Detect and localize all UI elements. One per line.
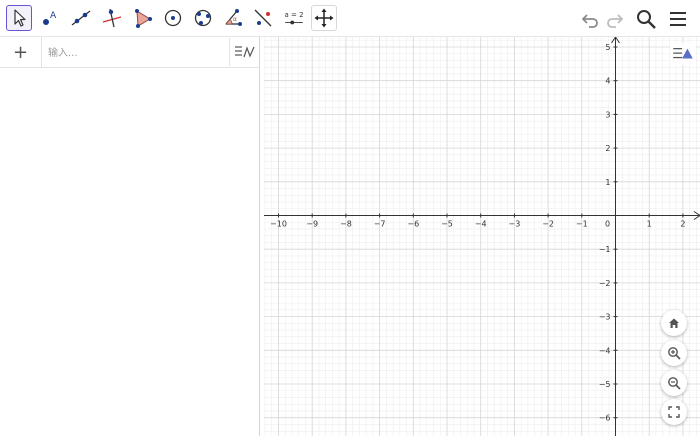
x-axis-tick-label: −5	[441, 220, 453, 229]
geogebra-app: A α a = 2 + 输入... −10 −9 −8 −7 −6 −5 −4 …	[0, 0, 700, 436]
angle-tool[interactable]: α	[220, 5, 246, 31]
main-menu-button[interactable]	[666, 7, 690, 31]
x-axis-tick-label: −8	[340, 220, 352, 229]
circle-three-points-tool[interactable]	[190, 5, 216, 31]
point-icon: A	[43, 11, 57, 25]
y-axis-tick-label: −4	[599, 346, 611, 355]
menu-icon	[670, 12, 686, 26]
x-axis-tick-label: −9	[306, 220, 318, 229]
move-arrows-icon	[314, 8, 334, 28]
slider-tool-label: a = 2	[284, 10, 304, 19]
perpendicular-line-tool[interactable]	[99, 5, 125, 31]
x-axis-tick-label: −7	[374, 220, 386, 229]
x-axis-tick-label: −6	[407, 220, 419, 229]
algebra-input[interactable]	[48, 44, 223, 62]
move-graphics-view-tool[interactable]	[311, 5, 337, 31]
y-axis-tick-label: −2	[599, 279, 611, 288]
undo-icon	[582, 14, 598, 28]
circle-center-icon	[164, 9, 182, 27]
algebra-view: +	[0, 37, 260, 436]
zoom-in-button[interactable]	[661, 340, 687, 366]
zoom-in-icon	[668, 347, 681, 360]
y-axis-tick-label: 4	[605, 77, 610, 86]
origin-label: 0	[605, 220, 610, 229]
line-tool[interactable]	[68, 5, 94, 31]
x-axis-tick-label: 1	[647, 220, 652, 229]
x-axis-tick-label: −10	[270, 220, 287, 229]
slider-icon	[285, 20, 303, 24]
y-axis-tick-label: 1	[605, 178, 610, 187]
y-axis-tick-label: −5	[599, 380, 611, 389]
angle-tool-label: α	[233, 16, 237, 23]
circle-center-point-tool[interactable]	[160, 5, 186, 31]
x-axis-tick-label: −3	[509, 220, 521, 229]
point-tool-label: A	[50, 11, 57, 21]
perpendicular-line-icon	[102, 8, 122, 28]
reflect-about-line-icon	[254, 9, 272, 27]
x-axis-tick-label: −2	[542, 220, 554, 229]
polygon-tool[interactable]	[130, 5, 156, 31]
graphics-view[interactable]: −10 −9 −8 −7 −6 −5 −4 −3 −2 −1 0 1 2 5 4 3 2 1 −1 −2 −3 −4 −5−…	[264, 37, 700, 436]
toolbar: A α a = 2	[0, 0, 700, 37]
x-axis-tick-label: −4	[475, 220, 487, 229]
input-help-icon	[234, 46, 255, 58]
algebra-input-help-button[interactable]	[229, 38, 259, 66]
redo-button[interactable]	[603, 7, 627, 31]
polygon-icon	[135, 9, 152, 28]
y-axis-tick-label: 3	[605, 110, 610, 119]
move-tool[interactable]	[6, 5, 32, 31]
x-axis-tick-label: −1	[576, 220, 588, 229]
fullscreen-button[interactable]	[661, 399, 687, 425]
line-icon	[71, 10, 91, 26]
x-axis-tick-label: 2	[680, 220, 685, 229]
graphics-style-bar-button[interactable]	[670, 43, 696, 65]
standard-view-button[interactable]	[661, 310, 687, 336]
undo-button[interactable]	[578, 7, 602, 31]
y-axis-tick-label: 2	[605, 144, 610, 153]
cursor-arrow-icon	[14, 9, 26, 27]
y-axis-tick-label: 5	[605, 43, 610, 52]
circle-three-points-icon	[194, 9, 212, 27]
add-item-button[interactable]: +	[0, 37, 42, 68]
y-axis-tick-label: −1	[599, 245, 611, 254]
algebra-input-row: +	[0, 37, 260, 68]
fullscreen-icon	[668, 406, 680, 418]
angle-icon: α	[225, 9, 242, 26]
zoom-out-icon	[668, 377, 681, 390]
y-axis-tick-label: −6	[599, 414, 611, 423]
reflect-tool[interactable]	[250, 5, 276, 31]
search-icon	[637, 10, 656, 29]
coordinate-grid: −10 −9 −8 −7 −6 −5 −4 −3 −2 −1 0 1 254321−1−2−3−4−5−…	[264, 37, 700, 436]
y-axis-tick-label: −3	[599, 313, 611, 322]
point-tool[interactable]: A	[37, 5, 63, 31]
search-button[interactable]	[634, 7, 658, 31]
style-bar-icon	[673, 48, 693, 59]
zoom-out-button[interactable]	[661, 370, 687, 396]
slider-tool[interactable]: a = 2	[281, 5, 307, 31]
redo-icon	[607, 14, 623, 28]
home-icon	[669, 318, 679, 328]
